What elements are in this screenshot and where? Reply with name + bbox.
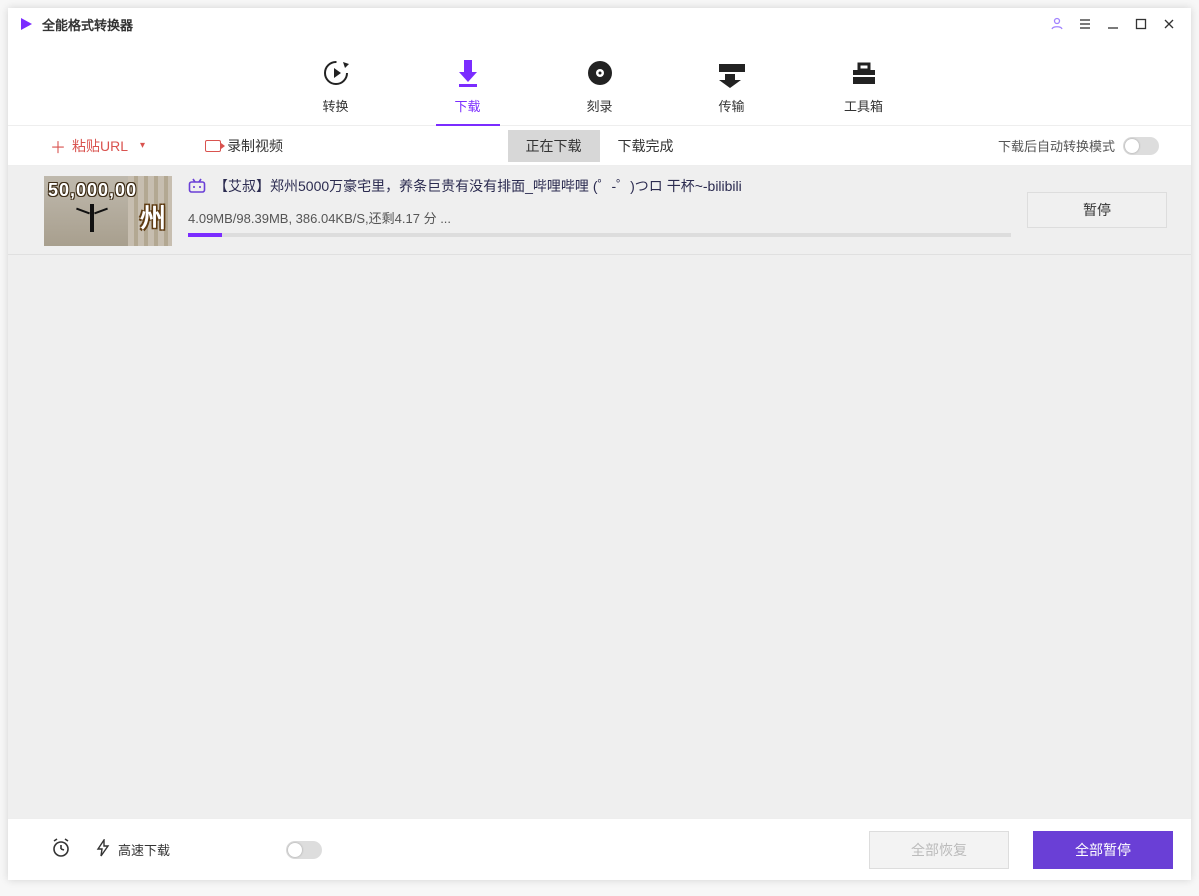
tab-burn[interactable]: 刻录 (564, 56, 636, 125)
download-progress-bar (188, 233, 1011, 237)
pause-all-button[interactable]: 全部暂停 (1033, 831, 1173, 869)
pause-button[interactable]: 暂停 (1027, 192, 1167, 228)
high-speed-toggle[interactable] (286, 841, 322, 859)
hamburger-menu-icon[interactable] (1073, 12, 1097, 36)
tab-transfer[interactable]: 传输 (696, 56, 768, 125)
tab-download[interactable]: 下载 (432, 56, 504, 125)
thumb-price-text: 50,000,00 (48, 180, 137, 201)
app-window: 全能格式转换器 (8, 8, 1191, 880)
transfer-icon (696, 56, 768, 90)
auto-convert-toggle[interactable] (1123, 137, 1159, 155)
high-speed-label: 高速下载 (118, 840, 170, 859)
convert-icon (300, 56, 372, 90)
schedule-icon[interactable] (50, 837, 72, 862)
bilibili-icon (188, 179, 206, 193)
plus-icon: ＋ (50, 134, 66, 158)
app-logo-icon (18, 16, 34, 32)
camera-icon (205, 140, 221, 152)
window-minimize-button[interactable] (1101, 12, 1125, 36)
paste-url-label: 粘贴URL (72, 136, 128, 156)
record-video-button[interactable]: 录制视频 (205, 136, 283, 156)
download-item-title: 【艾叔】郑州5000万豪宅里，养条巨贵有没有排面_哔哩哔哩 (゜-゜)つロ 干杯… (214, 176, 742, 196)
download-toolbar: ＋ 粘贴URL ▾ 录制视频 正在下载 下载完成 下载后自动转换模式 (8, 126, 1191, 166)
tab-transfer-label: 传输 (696, 96, 768, 115)
footer: 高速下载 全部恢复 全部暂停 (8, 818, 1191, 880)
tab-burn-label: 刻录 (564, 96, 636, 115)
video-thumbnail: 50,000,00 州 (44, 176, 172, 246)
auto-convert-label: 下载后自动转换模式 (998, 136, 1115, 155)
window-maximize-button[interactable] (1129, 12, 1153, 36)
chevron-down-icon: ▾ (140, 140, 145, 151)
paste-url-button[interactable]: ＋ 粘贴URL ▾ (50, 134, 145, 158)
tab-downloading[interactable]: 正在下载 (508, 130, 600, 162)
user-icon[interactable] (1045, 12, 1069, 36)
thumb-cn-text: 州 (140, 198, 168, 235)
lightning-icon (96, 839, 110, 860)
burn-icon (564, 56, 636, 90)
download-item: 50,000,00 州 【艾叔】郑州5000万豪宅里，养条巨贵有没有排面_哔哩哔… (8, 166, 1191, 255)
record-video-label: 录制视频 (227, 136, 283, 156)
tab-finished[interactable]: 下载完成 (600, 130, 692, 162)
download-state-tabs: 正在下载 下载完成 (508, 130, 692, 162)
app-title: 全能格式转换器 (42, 15, 133, 34)
download-item-stats: 4.09MB/98.39MB, 386.04KB/S,还剩4.17 分 ... (188, 208, 1011, 227)
window-close-button[interactable] (1157, 12, 1181, 36)
download-list: 50,000,00 州 【艾叔】郑州5000万豪宅里，养条巨贵有没有排面_哔哩哔… (8, 166, 1191, 818)
tab-toolbox[interactable]: 工具箱 (828, 56, 900, 125)
tab-convert[interactable]: 转换 (300, 56, 372, 125)
tab-convert-label: 转换 (300, 96, 372, 115)
tab-toolbox-label: 工具箱 (828, 96, 900, 115)
download-progress-fill (188, 233, 222, 237)
toolbox-icon (828, 56, 900, 90)
download-icon (432, 56, 504, 90)
tab-download-label: 下载 (432, 96, 504, 115)
main-tabs: 转换 下载 刻录 (8, 40, 1191, 126)
resume-all-button[interactable]: 全部恢复 (869, 831, 1009, 869)
titlebar: 全能格式转换器 (8, 8, 1191, 40)
